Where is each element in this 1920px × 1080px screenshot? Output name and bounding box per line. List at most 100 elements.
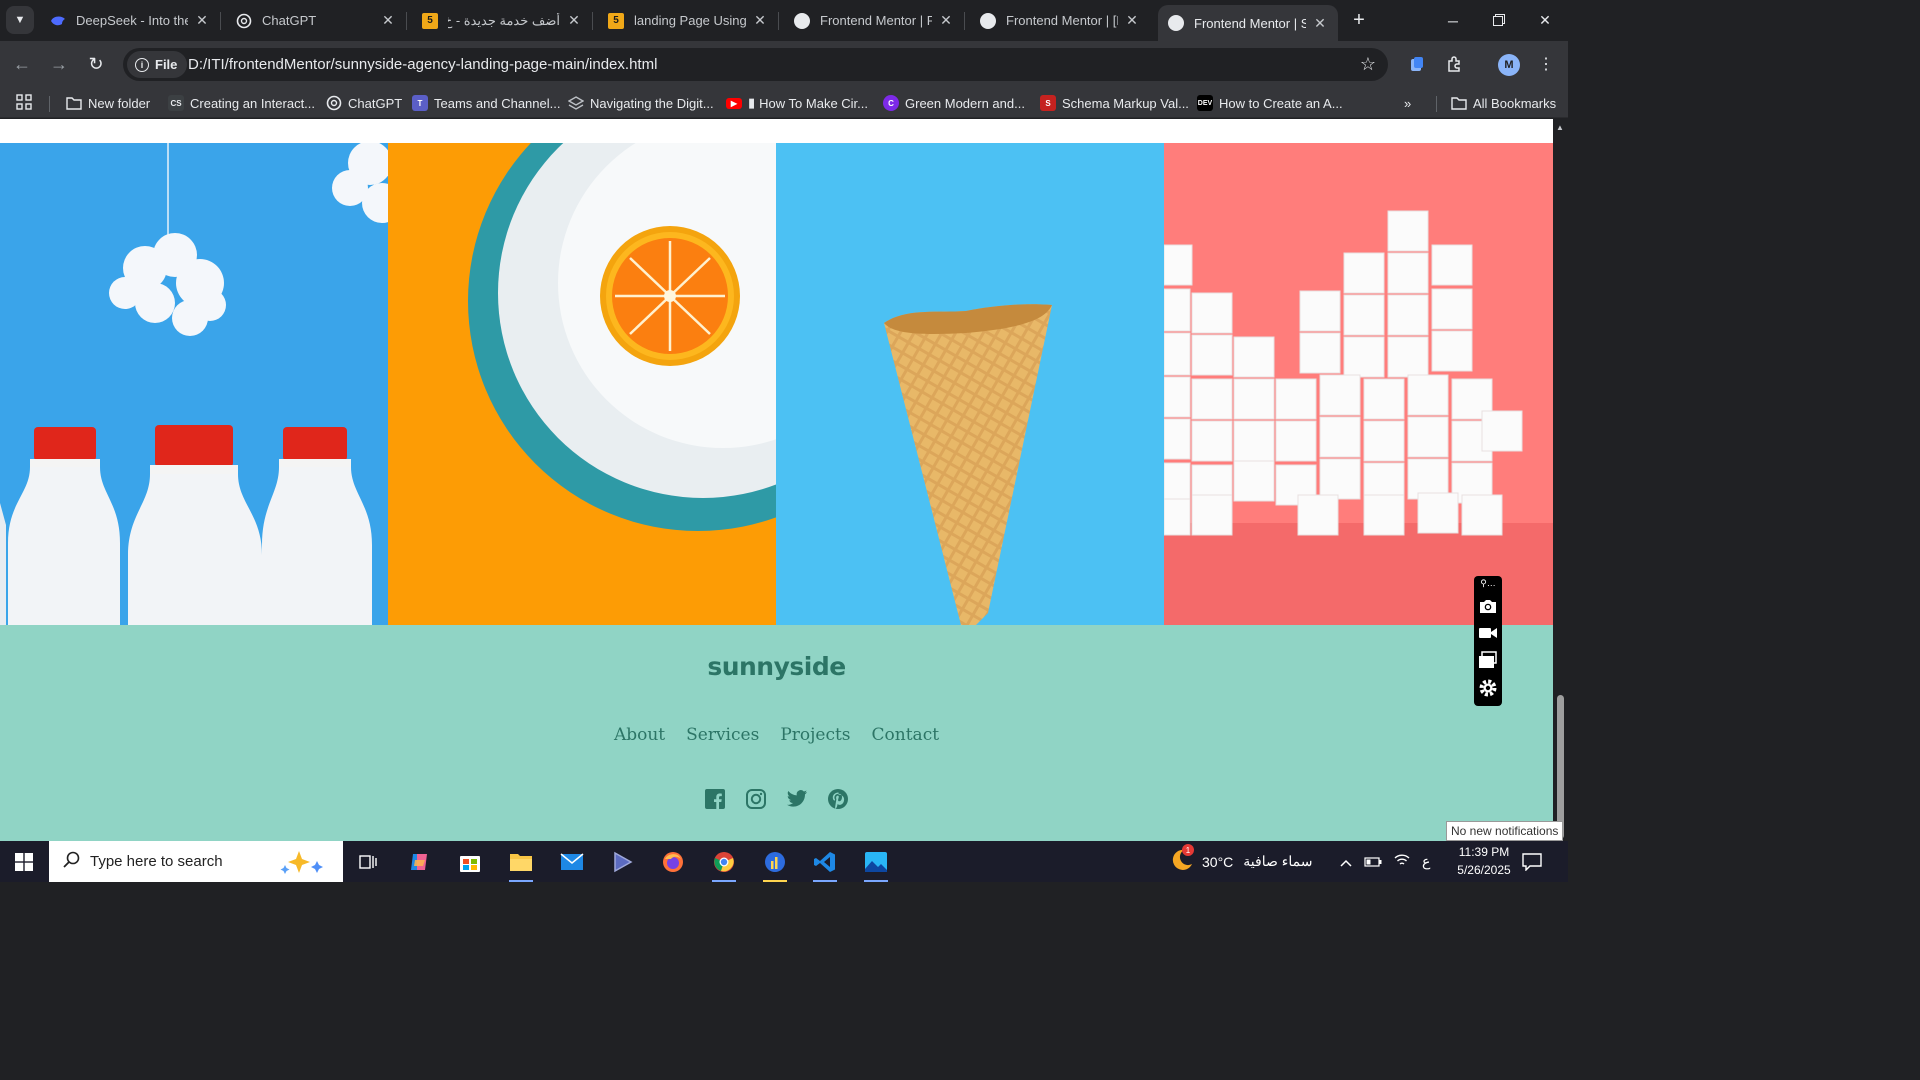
close-tab-icon[interactable]: ✕ [566, 12, 582, 29]
profile-avatar[interactable]: M [1498, 54, 1520, 76]
page-scrollbar[interactable]: ▲ [1553, 119, 1568, 841]
bookmark-label: Teams and Channel... [434, 95, 561, 111]
firefox-app[interactable] [655, 846, 691, 878]
photos-app[interactable] [858, 846, 894, 882]
tab-frontend-mentor-1[interactable]: Frontend Mentor | Fo ✕ [784, 0, 965, 41]
footer-link-projects[interactable]: Projects [780, 725, 850, 745]
tab-frontend-mentor-2[interactable]: Frontend Mentor | [B ✕ [970, 0, 1150, 41]
wifi-icon[interactable] [1394, 853, 1410, 870]
windows-icon [15, 852, 33, 871]
instagram-icon[interactable] [745, 788, 767, 810]
close-tab-icon[interactable]: ✕ [1312, 15, 1328, 32]
notifications-button[interactable] [1522, 841, 1542, 882]
photos-icon [865, 852, 887, 872]
reload-icon: ↻ [88, 53, 104, 74]
gallery-image-cone [776, 143, 1164, 625]
bookmark-label: Schema Markup Val... [1062, 95, 1189, 111]
social-links [0, 788, 1553, 810]
tab-deepseek[interactable]: DeepSeek - Into the Unknown ✕ [40, 0, 221, 41]
file-explorer-app[interactable] [503, 846, 539, 882]
url-text[interactable]: D:/ITI/frontendMentor/sunnyside-agency-l… [188, 56, 657, 73]
bookmark-item[interactable]: New folder [66, 93, 150, 113]
twitter-icon[interactable] [786, 788, 808, 810]
bookmark-label: New folder [88, 95, 151, 111]
start-button[interactable] [0, 841, 48, 882]
language-indicator[interactable]: ع [1422, 853, 1430, 870]
tab-add-service[interactable]: 5 أضف خدمة جديدة - خ ✕ [412, 0, 593, 41]
scroll-up-arrow-icon[interactable]: ▲ [1556, 123, 1564, 132]
gear-icon[interactable] [1478, 678, 1498, 698]
frontend-mentor-icon [1168, 15, 1184, 31]
scroll-thumb[interactable] [1557, 695, 1564, 839]
camera-icon[interactable] [1478, 596, 1498, 616]
restore-button[interactable] [1476, 0, 1522, 41]
tab-landing-page[interactable]: 5 landing Page Using HTML ✕ [598, 0, 779, 41]
address-bar[interactable]: i File D:/ITI/frontendMentor/sunnyside-a… [123, 48, 1388, 81]
new-tab-button[interactable]: + [1347, 8, 1371, 32]
close-tab-icon[interactable]: ✕ [380, 12, 396, 29]
taskbar-clock[interactable]: 11:39 PM 5/26/2025 [1444, 843, 1524, 879]
bookmark-item[interactable]: ▶ ▮ How To Make Cir... [726, 93, 868, 113]
media-player-app[interactable] [604, 846, 640, 878]
footer-nav: About Services Projects Contact [0, 725, 1553, 745]
play-icon [614, 851, 633, 873]
close-tab-icon[interactable]: ✕ [938, 12, 954, 29]
more-menu-icon[interactable]: ⋮ [1535, 53, 1557, 75]
bookmark-item[interactable]: T Teams and Channel... [412, 93, 560, 113]
gallery-image-orange [388, 143, 776, 625]
footer-link-services[interactable]: Services [686, 725, 759, 745]
chrome-app[interactable] [706, 846, 742, 882]
pinterest-icon[interactable] [827, 788, 849, 810]
bookmark-label: ChatGPT [348, 95, 403, 111]
footer-link-contact[interactable]: Contact [872, 725, 940, 745]
facebook-icon[interactable] [704, 788, 726, 810]
bookmark-star-icon[interactable]: ☆ [1360, 54, 1376, 75]
extensions-puzzle-icon[interactable] [1444, 53, 1466, 75]
close-tab-icon[interactable]: ✕ [194, 12, 210, 29]
pin-icon[interactable]: ⚲… [1478, 577, 1498, 589]
tab-search-button[interactable]: ▼ [6, 6, 34, 34]
bookmark-item[interactable]: ChatGPT [326, 93, 402, 113]
tab-chatgpt[interactable]: ChatGPT ✕ [226, 0, 407, 41]
bookmark-item[interactable]: CS Creating an Interact... [168, 93, 315, 113]
chrome-icon [714, 852, 734, 872]
all-bookmarks-button[interactable]: All Bookmarks [1451, 93, 1556, 113]
task-view-button[interactable] [350, 846, 386, 878]
bookmark-item[interactable]: Navigating the Digit... [568, 93, 714, 113]
close-window-button[interactable]: ✕ [1522, 0, 1568, 41]
chart-app[interactable] [757, 846, 793, 882]
weather-temp: 30°C [1202, 853, 1234, 870]
weather-widget[interactable]: 1 30°C سماء صافية [1168, 841, 1312, 882]
taskbar-search-box[interactable]: Type here to search [49, 841, 343, 882]
chevron-down-icon: ▼ [14, 14, 26, 26]
mail-app[interactable] [554, 846, 590, 878]
copilot-app[interactable] [401, 846, 437, 878]
search-placeholder: Type here to search [90, 853, 223, 870]
footer-logo[interactable]: sunnyside [0, 652, 1553, 681]
info-icon: i [135, 57, 149, 72]
bookmark-item[interactable]: S Schema Markup Val... [1040, 93, 1189, 113]
tab-title: Frontend Mentor | Fo [820, 13, 932, 28]
firefox-icon [663, 852, 683, 872]
bookmark-item[interactable]: C Green Modern and... [883, 93, 1025, 113]
bookmark-item[interactable]: DEV How to Create an A... [1197, 93, 1343, 113]
extension-app-icon[interactable] [1406, 53, 1428, 75]
microsoft-store-app[interactable] [452, 846, 488, 878]
chevron-up-icon[interactable] [1340, 854, 1352, 870]
tab-frontend-mentor-active[interactable]: Frontend Mentor | Su ✕ [1158, 5, 1338, 41]
reload-button[interactable]: ↻ [83, 51, 109, 77]
minimize-button[interactable]: ─ [1430, 0, 1476, 41]
battery-icon[interactable] [1364, 854, 1382, 870]
back-button[interactable]: ← [9, 51, 35, 77]
layers-icon [568, 95, 584, 111]
footer-link-about[interactable]: About [614, 725, 665, 745]
forward-button[interactable]: → [46, 51, 72, 77]
site-info-chip[interactable]: i File [127, 51, 188, 78]
window-capture-icon[interactable] [1478, 650, 1498, 670]
vscode-app[interactable] [807, 846, 843, 882]
apps-grid-button[interactable] [16, 93, 32, 113]
more-bookmarks-button[interactable]: » [1404, 93, 1411, 113]
video-camera-icon[interactable] [1478, 623, 1498, 643]
close-tab-icon[interactable]: ✕ [752, 12, 768, 29]
close-tab-icon[interactable]: ✕ [1124, 12, 1140, 29]
